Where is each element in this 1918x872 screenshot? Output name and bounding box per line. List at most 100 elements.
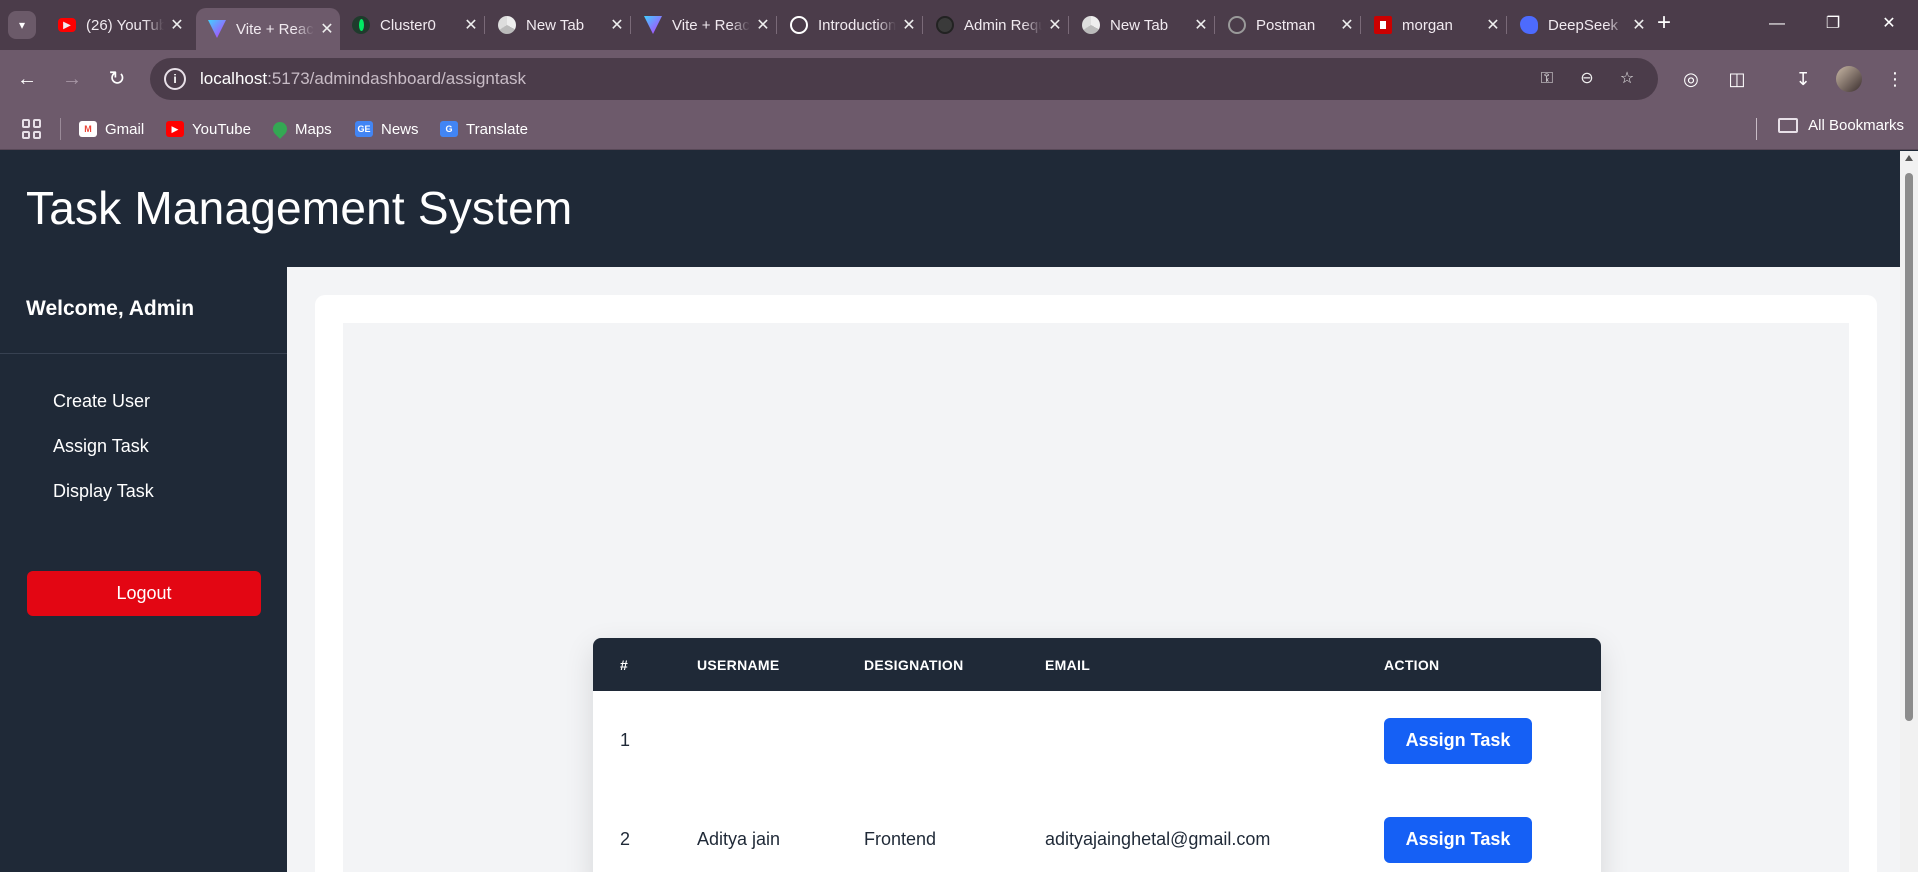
key-icon[interactable]: ⚿	[1536, 68, 1558, 90]
forward-button[interactable]: →	[57, 64, 87, 94]
tab-title: Admin Requests	[964, 16, 1042, 34]
close-icon[interactable]: ✕	[1334, 15, 1360, 35]
restore-button[interactable]: ❐	[1810, 8, 1856, 40]
cell-username: Aditya jain	[697, 829, 781, 849]
close-icon[interactable]: ✕	[750, 15, 776, 35]
close-icon[interactable]: ✕	[1480, 15, 1506, 35]
close-icon[interactable]: ✕	[164, 15, 190, 35]
cell-email: adityajainghetal@gmail.com	[1045, 829, 1271, 849]
column-header-email: EMAIL	[1045, 656, 1091, 673]
tab-separator	[1068, 16, 1069, 34]
tab-title: morgan	[1402, 16, 1453, 34]
column-header-username: USERNAME	[697, 656, 780, 673]
page-scrollbar[interactable]	[1900, 151, 1918, 872]
all-bookmarks[interactable]: All Bookmarks	[1778, 117, 1904, 134]
table-row: 1 Assign Task	[593, 691, 1601, 790]
tab-admin-requests[interactable]: Admin Requests ✕	[924, 8, 1068, 42]
welcome-text: Welcome, Admin	[26, 297, 195, 320]
close-window-button[interactable]: ✕	[1866, 8, 1912, 40]
column-header-designation: DESIGNATION	[864, 656, 964, 673]
bookmark-label: News	[381, 120, 419, 138]
browser-toolbar: ← → ↻ i localhost:5173/admindashboard/as…	[0, 50, 1918, 108]
close-icon[interactable]: ✕	[1188, 15, 1214, 35]
vite-icon	[644, 16, 662, 34]
chrome-icon	[498, 16, 516, 34]
chrome-icon	[1082, 16, 1100, 34]
sidebar-item-assign-task[interactable]: Assign Task	[53, 436, 149, 457]
scroll-up-arrow-icon[interactable]	[1905, 155, 1913, 161]
users-table: # USERNAME DESIGNATION EMAIL ACTION 1 As…	[593, 638, 1601, 872]
sidebar-divider	[0, 353, 287, 354]
tab-separator	[922, 16, 923, 34]
tab-vite-react-active[interactable]: Vite + React ✕	[196, 8, 340, 50]
tab-postman[interactable]: Postman ✕	[1216, 8, 1360, 42]
logout-button[interactable]: Logout	[27, 571, 261, 616]
bookmark-label: YouTube	[192, 120, 251, 138]
tab-title: DeepSeek	[1548, 16, 1619, 34]
cell-designation: Frontend	[864, 829, 937, 849]
back-button[interactable]: ←	[12, 64, 42, 94]
close-icon[interactable]: ✕	[604, 15, 630, 35]
close-icon[interactable]: ✕	[1626, 15, 1652, 35]
menu-kebab-icon[interactable]: ⋮	[1880, 64, 1910, 94]
sidebar: Welcome, Admin Create User Assign Task D…	[0, 267, 287, 872]
profile-avatar[interactable]	[1836, 66, 1862, 92]
folder-icon	[1778, 118, 1799, 133]
globe-icon	[1228, 16, 1246, 34]
download-icon[interactable]: ↧	[1788, 64, 1818, 94]
tab-new-tab[interactable]: New Tab ✕	[486, 8, 630, 42]
target-icon[interactable]: ◎	[1676, 64, 1706, 94]
bookmark-label: Gmail	[105, 120, 145, 138]
npm-icon	[1374, 16, 1392, 34]
bookmark-news[interactable]: GE News	[355, 117, 419, 141]
apps-grid-icon[interactable]	[22, 119, 42, 139]
url-host: localhost	[200, 69, 268, 88]
all-bookmarks-label: All Bookmarks	[1808, 117, 1904, 134]
tab-title: New Tab	[1110, 16, 1169, 34]
tab-title: Vite + React	[236, 20, 314, 38]
bookmarks-divider	[1756, 118, 1757, 140]
assign-task-button[interactable]: Assign Task	[1384, 816, 1532, 863]
tab-title: Postman	[1256, 16, 1316, 34]
bookmark-translate[interactable]: G Translate	[440, 117, 528, 141]
new-tab-button[interactable]: +	[1650, 10, 1678, 38]
cell-action: Assign Task	[1384, 691, 1601, 790]
app-root: Task Management System Welcome, Admin Cr…	[0, 151, 1900, 872]
sidebar-item-create-user[interactable]: Create User	[53, 391, 150, 412]
tab-morgan[interactable]: morgan ✕	[1362, 8, 1506, 42]
tab-cluster0[interactable]: Cluster0 ✕	[340, 8, 484, 42]
tab-deepseek[interactable]: DeepSeek ✕	[1508, 8, 1652, 42]
url-text[interactable]: localhost:5173/admindashboard/assigntask	[200, 69, 526, 89]
tab-separator	[630, 16, 631, 34]
tab-title: Introduction	[818, 16, 896, 34]
gmail-icon: M	[79, 121, 97, 137]
scrollbar-thumb[interactable]	[1905, 173, 1913, 721]
table-header-row: # USERNAME DESIGNATION EMAIL ACTION	[593, 638, 1601, 691]
site-info-icon[interactable]: i	[164, 68, 186, 90]
content-card: # USERNAME DESIGNATION EMAIL ACTION 1 As…	[315, 295, 1877, 872]
cell-number: 2	[620, 829, 631, 849]
close-icon[interactable]: ✕	[896, 15, 922, 35]
bookmark-youtube[interactable]: ▶ YouTube	[166, 117, 251, 141]
minimize-button[interactable]: —	[1754, 8, 1800, 40]
sidebar-item-display-task[interactable]: Display Task	[53, 481, 154, 502]
tab-introduction[interactable]: Introduction ✕	[778, 8, 922, 42]
bookmark-gmail[interactable]: M Gmail	[79, 117, 144, 141]
assign-task-button[interactable]: Assign Task	[1384, 717, 1532, 764]
tab-vite-react[interactable]: Vite + React ✕	[632, 8, 776, 42]
zoom-icon[interactable]: ⊖	[1576, 68, 1598, 90]
close-icon[interactable]: ✕	[314, 19, 340, 39]
bookmark-star-icon[interactable]: ☆	[1616, 68, 1638, 90]
close-icon[interactable]: ✕	[1042, 15, 1068, 35]
extensions-icon[interactable]: ◫	[1722, 64, 1752, 94]
bookmark-maps[interactable]: Maps	[270, 117, 332, 141]
address-bar[interactable]: i localhost:5173/admindashboard/assignta…	[150, 58, 1658, 100]
tab-youtube[interactable]: ▶ (26) YouTube ✕	[46, 8, 190, 42]
bookmarks-divider	[60, 118, 61, 140]
reload-button[interactable]: ↻	[102, 64, 132, 94]
tab-search-button[interactable]: ▾	[8, 11, 36, 39]
content-area: # USERNAME DESIGNATION EMAIL ACTION 1 As…	[343, 323, 1849, 872]
tab-title: (26) YouTube	[86, 16, 164, 34]
close-icon[interactable]: ✕	[458, 15, 484, 35]
tab-new-tab-2[interactable]: New Tab ✕	[1070, 8, 1214, 42]
